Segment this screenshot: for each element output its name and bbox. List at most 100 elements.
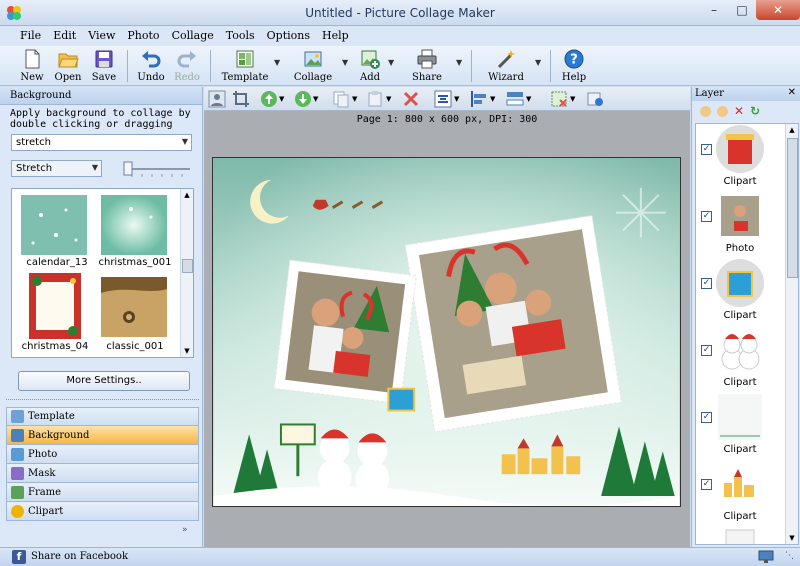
layer-item[interactable]: ✓ Clipart	[696, 124, 786, 190]
scroll-down-icon[interactable]: ▼	[786, 534, 798, 542]
scroll-thumb[interactable]	[182, 259, 193, 273]
share-button[interactable]: Share	[398, 46, 456, 83]
new-button[interactable]: New	[14, 46, 50, 83]
menu-photo[interactable]: Photo	[121, 26, 165, 46]
photo-info-icon[interactable]	[586, 90, 604, 108]
distribute-icon[interactable]	[506, 90, 524, 108]
scroll-up-icon[interactable]: ▲	[181, 189, 193, 199]
thumbnail-classic-001[interactable]	[101, 277, 167, 337]
close-icon[interactable]: ✕	[788, 87, 796, 98]
layer-item[interactable]: ✓ Clipart	[696, 392, 786, 458]
layer-item[interactable]: ✓ Clipart	[696, 459, 786, 525]
layer-visibility-checkbox[interactable]: ✓	[701, 412, 712, 423]
layer-tools: ✕ ↻	[692, 101, 800, 121]
nav-photo[interactable]: Photo	[6, 445, 199, 464]
category-select[interactable]: stretch ▼	[11, 134, 192, 151]
thumbnail-christmas-04[interactable]	[29, 273, 81, 339]
layer-visibility-checkbox[interactable]: ✓	[701, 211, 712, 222]
share-dropdown-arrow[interactable]: ▼	[456, 46, 466, 67]
bring-forward-icon[interactable]	[260, 90, 278, 108]
layer-item[interactable]: ✓ Clipart	[696, 258, 786, 324]
help-button[interactable]: ? Help	[556, 46, 592, 83]
facebook-icon[interactable]: f	[12, 550, 26, 564]
undo-button[interactable]: Undo	[133, 46, 169, 83]
layer-item[interactable]: ✓ Photo	[696, 191, 786, 257]
collage-button[interactable]: Collage	[284, 46, 342, 83]
resize-grip-icon[interactable]: ⋱	[785, 551, 794, 561]
minimize-button[interactable]: –	[700, 0, 728, 20]
opacity-slider[interactable]	[122, 159, 192, 179]
person-icon[interactable]	[208, 90, 226, 108]
add-button[interactable]: Add	[352, 46, 388, 83]
layer-item[interactable]	[696, 526, 786, 544]
copy-icon[interactable]	[332, 90, 350, 108]
layer-up-icon[interactable]	[700, 105, 711, 117]
nav-template[interactable]: Template	[6, 407, 199, 426]
fit-mode-select[interactable]: Stretch ▼	[11, 160, 102, 177]
template-button[interactable]: Template	[216, 46, 274, 83]
collage-dropdown-arrow[interactable]: ▼	[342, 46, 352, 67]
nav-background[interactable]: Background	[6, 426, 199, 445]
layer-visibility-checkbox[interactable]: ✓	[701, 345, 712, 356]
layer-thumbnail	[716, 259, 764, 307]
maximize-button[interactable]: □	[728, 0, 756, 20]
collage-canvas[interactable]	[212, 157, 681, 507]
thumbnail-calendar-13[interactable]	[21, 195, 87, 255]
svg-text:?: ?	[570, 53, 578, 68]
layer-visibility-checkbox[interactable]: ✓	[701, 144, 712, 155]
add-dropdown-arrow[interactable]: ▼	[388, 46, 398, 67]
magic-wand-icon	[497, 50, 515, 69]
layer-list: ✓ Clipart ✓ Photo ✓ Clipart ✓ Clipart ✓ …	[695, 123, 799, 545]
expand-chevron-icon[interactable]: »	[182, 525, 188, 535]
nav-frame[interactable]: Frame	[6, 483, 199, 502]
delete-layer-icon[interactable]: ✕	[734, 104, 744, 118]
scroll-thumb[interactable]	[787, 138, 798, 278]
layer-visibility-checkbox[interactable]: ✓	[701, 278, 712, 289]
layer-panel-header: Layer ✕	[692, 87, 800, 101]
chevron-down-icon[interactable]: ▼	[526, 95, 544, 113]
menu-edit[interactable]: Edit	[47, 26, 82, 46]
open-button[interactable]: Open	[50, 46, 86, 83]
scroll-up-icon[interactable]: ▲	[786, 124, 798, 134]
layer-visibility-checkbox[interactable]: ✓	[701, 479, 712, 490]
monitor-icon[interactable]	[758, 550, 774, 564]
layer-item[interactable]: ✓ Clipart	[696, 325, 786, 391]
remove-photo-icon[interactable]	[550, 90, 568, 108]
layer-down-icon[interactable]	[717, 105, 728, 117]
layer-panel: Layer ✕ ✕ ↻ ✓ Clipart ✓ Photo ✓ Clipart …	[691, 87, 800, 547]
share-facebook-link[interactable]: Share on Facebook	[31, 551, 128, 562]
menu-collage[interactable]: Collage	[166, 26, 220, 46]
wizard-button[interactable]: Wizard	[477, 46, 535, 83]
nav-mask[interactable]: Mask	[6, 464, 199, 483]
thumbnail-christmas-001[interactable]	[101, 195, 167, 255]
send-backward-icon[interactable]	[294, 90, 312, 108]
nav-clipart[interactable]: Clipart	[6, 502, 199, 521]
save-button[interactable]: Save	[86, 46, 122, 83]
refresh-icon[interactable]: ↻	[750, 104, 760, 118]
background-icon	[11, 428, 24, 442]
thumbnail-scrollbar[interactable]: ▲ ▼	[180, 189, 193, 357]
layer-scrollbar[interactable]: ▲ ▼	[785, 124, 798, 544]
scroll-down-icon[interactable]: ▼	[181, 347, 193, 355]
delete-icon[interactable]	[402, 90, 420, 108]
menu-view[interactable]: View	[82, 26, 121, 46]
paste-icon[interactable]	[366, 90, 384, 108]
menu-options[interactable]: Options	[261, 26, 316, 46]
chevron-down-icon: ▼	[181, 137, 188, 146]
menu-tools[interactable]: Tools	[220, 26, 261, 46]
menu-file[interactable]: File	[14, 26, 47, 46]
crop-icon[interactable]	[232, 90, 250, 108]
chevron-down-icon[interactable]: ▼	[313, 95, 331, 113]
close-button[interactable]: ✕	[756, 0, 800, 20]
panel-splitter[interactable]	[6, 399, 199, 403]
align-left-icon[interactable]	[470, 90, 488, 108]
more-settings-button[interactable]: More Settings..	[18, 371, 190, 391]
layer-thumbnail	[716, 125, 764, 173]
photo-icon	[11, 447, 24, 461]
align-center-icon[interactable]	[434, 90, 452, 108]
menu-help[interactable]: Help	[316, 26, 355, 46]
panel-description: Apply background to collage by double cl…	[10, 108, 191, 130]
redo-button[interactable]: Redo	[169, 46, 205, 83]
wizard-dropdown-arrow[interactable]: ▼	[535, 46, 545, 67]
template-dropdown-arrow[interactable]: ▼	[274, 46, 284, 67]
